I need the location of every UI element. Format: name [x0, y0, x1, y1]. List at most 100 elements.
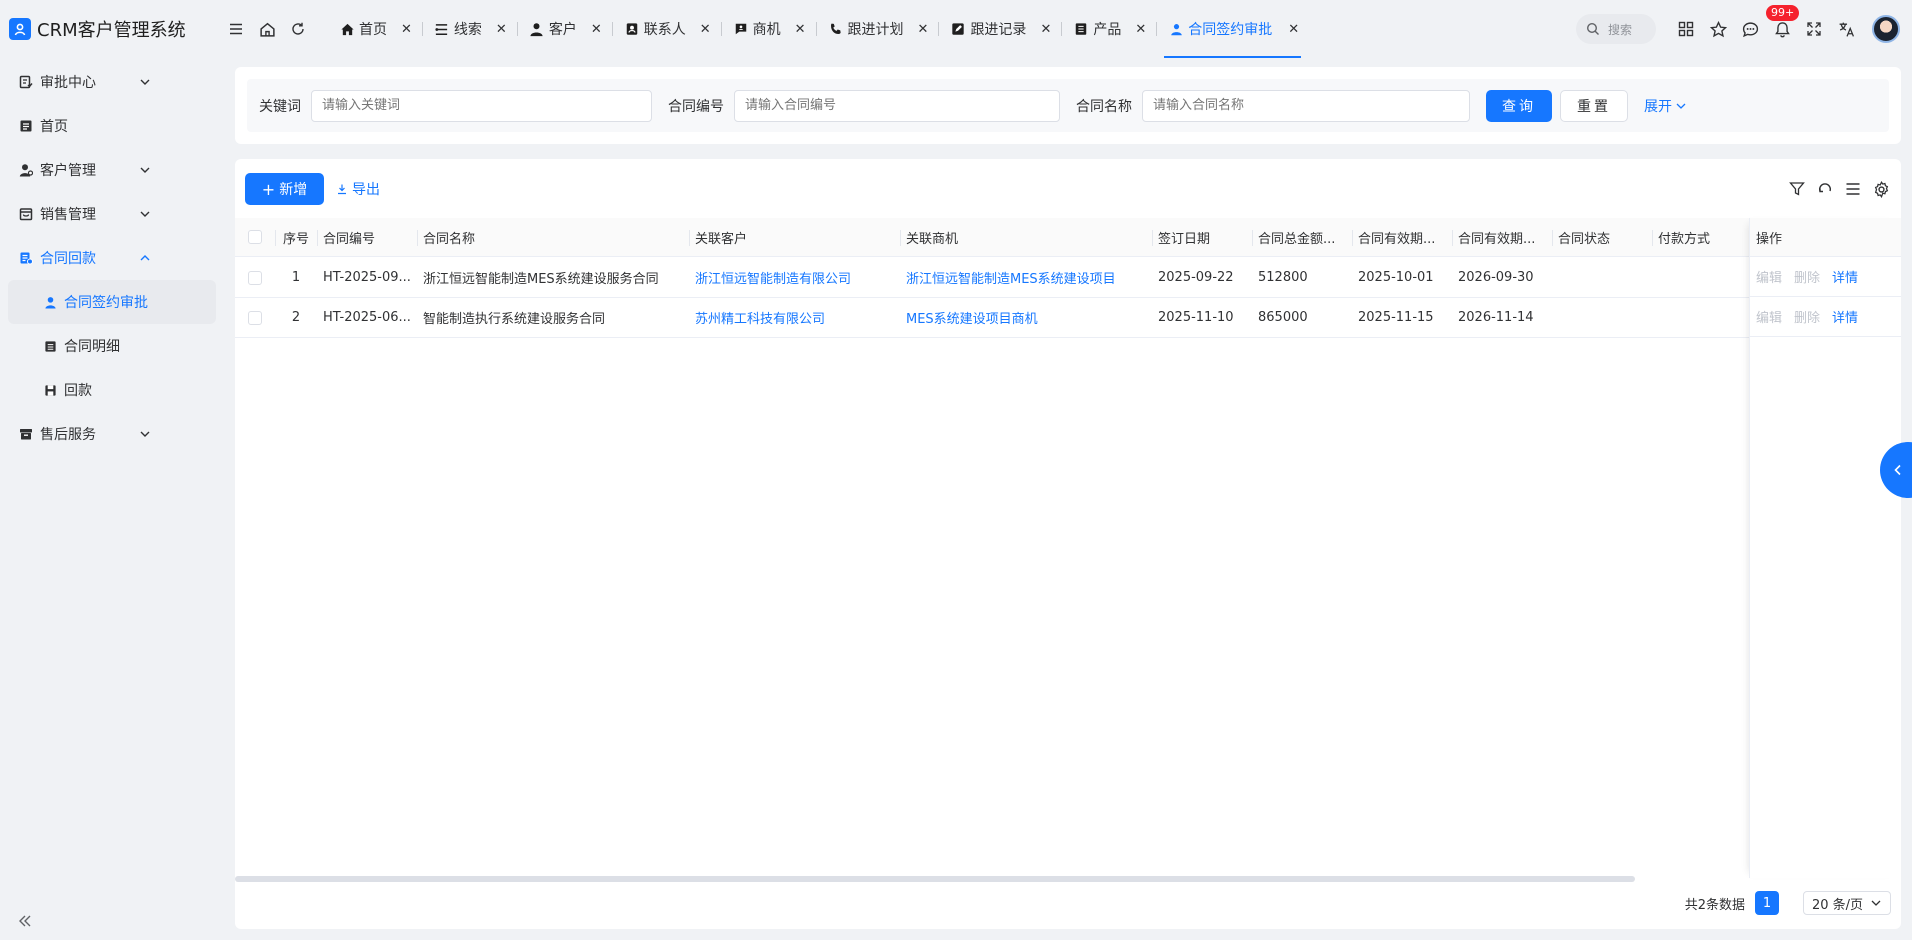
table-settings	[1779, 179, 1891, 199]
tab-label: 客户	[548, 22, 577, 38]
tab-label: 产品	[1093, 22, 1122, 38]
keyword-input[interactable]	[311, 89, 652, 122]
close-icon[interactable]: ✕	[1040, 22, 1051, 37]
edit-button[interactable]: 编辑	[1756, 307, 1782, 326]
settings-gear-icon[interactable]	[1871, 179, 1891, 199]
star-icon[interactable]	[1708, 19, 1728, 39]
cell-opportunity-link[interactable]: MES系统建设项目商机	[900, 298, 1152, 337]
cell-valid-to: 2026-09-30	[1458, 270, 1534, 285]
expand-filter-button[interactable]: 展开	[1644, 96, 1687, 116]
tab-customers[interactable]: 客户 ✕	[516, 0, 612, 58]
close-icon[interactable]: ✕	[795, 22, 806, 37]
column-header[interactable]: 合同总金额...	[1252, 218, 1352, 256]
column-header[interactable]: 关联客户	[689, 218, 900, 256]
density-icon[interactable]	[1843, 179, 1863, 199]
contract-no-input[interactable]	[734, 89, 1060, 122]
sidebar-item-approval-center[interactable]: 审批中心	[0, 60, 224, 104]
apps-grid-icon[interactable]	[1676, 19, 1696, 39]
tab-contract-approval[interactable]: 合同签约审批 ✕	[1156, 0, 1309, 58]
detail-button[interactable]: 详情	[1832, 307, 1858, 326]
notification-bell-icon[interactable]: 99+	[1766, 5, 1800, 39]
user-icon	[42, 294, 58, 310]
column-header[interactable]: 合同有效期...	[1352, 218, 1452, 256]
column-header[interactable]: 序号	[275, 218, 317, 256]
column-header[interactable]: 合同编号	[317, 218, 417, 256]
detail-button[interactable]: 详情	[1832, 267, 1858, 286]
sidebar-item-contract-payment[interactable]: 合同回款	[0, 236, 224, 280]
cell-valid-from: 2025-11-15	[1358, 310, 1434, 325]
close-icon[interactable]: ✕	[401, 22, 412, 37]
select-all-checkbox[interactable]	[248, 230, 262, 244]
export-button[interactable]: 导出	[336, 179, 380, 199]
cell-payment	[1652, 258, 1752, 297]
language-icon[interactable]	[1836, 19, 1856, 39]
collapse-sidebar-icon[interactable]	[16, 912, 34, 930]
cell-status	[1552, 258, 1652, 297]
column-header[interactable]: 合同状态	[1552, 218, 1652, 256]
tab-home[interactable]: 首页 ✕	[327, 0, 422, 58]
page-size-select[interactable]: 20 条/页	[1803, 891, 1891, 915]
fullscreen-icon[interactable]	[1804, 19, 1824, 39]
horizontal-scrollbar[interactable]	[235, 876, 1635, 882]
cell-customer-link[interactable]: 浙江恒远智能制造有限公司	[689, 258, 900, 297]
refresh-icon[interactable]	[286, 17, 310, 41]
notification-badge: 99+	[1766, 5, 1800, 21]
sidebar-item-sales-management[interactable]: 销售管理	[0, 192, 224, 236]
column-header: 操作	[1750, 218, 1901, 257]
add-button[interactable]: + 新增	[245, 173, 324, 205]
chevron-down-icon	[140, 79, 150, 85]
avatar[interactable]	[1872, 15, 1900, 43]
sidebar-item-contract-detail[interactable]: 合同明细	[0, 324, 224, 368]
tab-products[interactable]: 产品 ✕	[1061, 0, 1156, 58]
row-checkbox[interactable]	[248, 310, 262, 325]
keyword-label: 关键词	[259, 98, 301, 115]
cell-opportunity-link[interactable]: 浙江恒远智能制造MES系统建设项目	[900, 258, 1152, 297]
sidebar-item-home[interactable]: 首页	[0, 104, 224, 148]
sidebar-item-customer-management[interactable]: 客户管理	[0, 148, 224, 192]
total-count: 共2条数据	[1684, 897, 1745, 913]
delete-button[interactable]: 删除	[1794, 307, 1820, 326]
tab-leads[interactable]: 线索 ✕	[421, 0, 517, 58]
menu-toggle-icon[interactable]	[224, 17, 248, 41]
close-icon[interactable]: ✕	[1135, 22, 1146, 37]
logo-icon	[9, 18, 31, 40]
filter-icon[interactable]	[1787, 179, 1807, 199]
edit-button[interactable]: 编辑	[1756, 267, 1782, 286]
tab-contacts[interactable]: 联系人 ✕	[611, 0, 721, 58]
column-header[interactable]: 合同名称	[417, 218, 689, 256]
close-icon[interactable]: ✕	[700, 22, 711, 37]
cell-amount: 512800	[1258, 270, 1308, 285]
reset-button[interactable]: 重置	[1560, 89, 1628, 122]
query-button[interactable]: 查询	[1486, 89, 1552, 122]
tab-follow-plan[interactable]: 跟进计划 ✕	[815, 0, 939, 58]
sidebar-menu: 审批中心 首页 客户管理 销售管理 合同回款 合同签约审批 合同明细 回款 售后…	[0, 58, 224, 456]
close-icon[interactable]: ✕	[496, 22, 507, 37]
close-icon[interactable]: ✕	[1288, 22, 1299, 37]
tab-follow-records[interactable]: 跟进记录 ✕	[938, 0, 1061, 58]
sidebar-item-after-sales[interactable]: 售后服务	[0, 412, 224, 456]
contract-submenu: 合同签约审批 合同明细 回款	[0, 280, 224, 412]
contract-name-input[interactable]	[1142, 89, 1470, 122]
column-header[interactable]: 付款方式	[1652, 218, 1752, 256]
sidebar-item-contract-approval[interactable]: 合同签约审批	[8, 280, 216, 324]
global-search[interactable]: 搜索	[1576, 14, 1656, 44]
column-header[interactable]: 签订日期	[1152, 218, 1252, 256]
tab-label: 线索	[453, 22, 482, 38]
operations-column: 操作 编辑 删除 详情 编辑 删除 详情	[1749, 218, 1901, 878]
close-icon[interactable]: ✕	[918, 22, 929, 37]
reload-icon[interactable]	[1815, 179, 1835, 199]
column-header[interactable]: 关联商机	[900, 218, 1152, 256]
sidebar-item-payment[interactable]: 回款	[0, 368, 224, 412]
close-icon[interactable]: ✕	[591, 22, 602, 37]
cell-customer-link[interactable]: 苏州精工科技有限公司	[689, 298, 900, 337]
contact-icon	[624, 21, 640, 37]
home-nav-icon[interactable]	[255, 17, 279, 41]
message-icon[interactable]	[1740, 19, 1760, 39]
filter-form: 关键词 合同编号 合同名称 查询 重置 展开	[247, 79, 1889, 132]
page-button-current[interactable]: 1	[1755, 891, 1779, 915]
column-header[interactable]: 合同有效期...	[1452, 218, 1552, 256]
row-checkbox[interactable]	[248, 270, 262, 285]
list-icon	[42, 338, 58, 354]
tab-opportunities[interactable]: 商机 ✕	[720, 0, 816, 58]
delete-button[interactable]: 删除	[1794, 267, 1820, 286]
